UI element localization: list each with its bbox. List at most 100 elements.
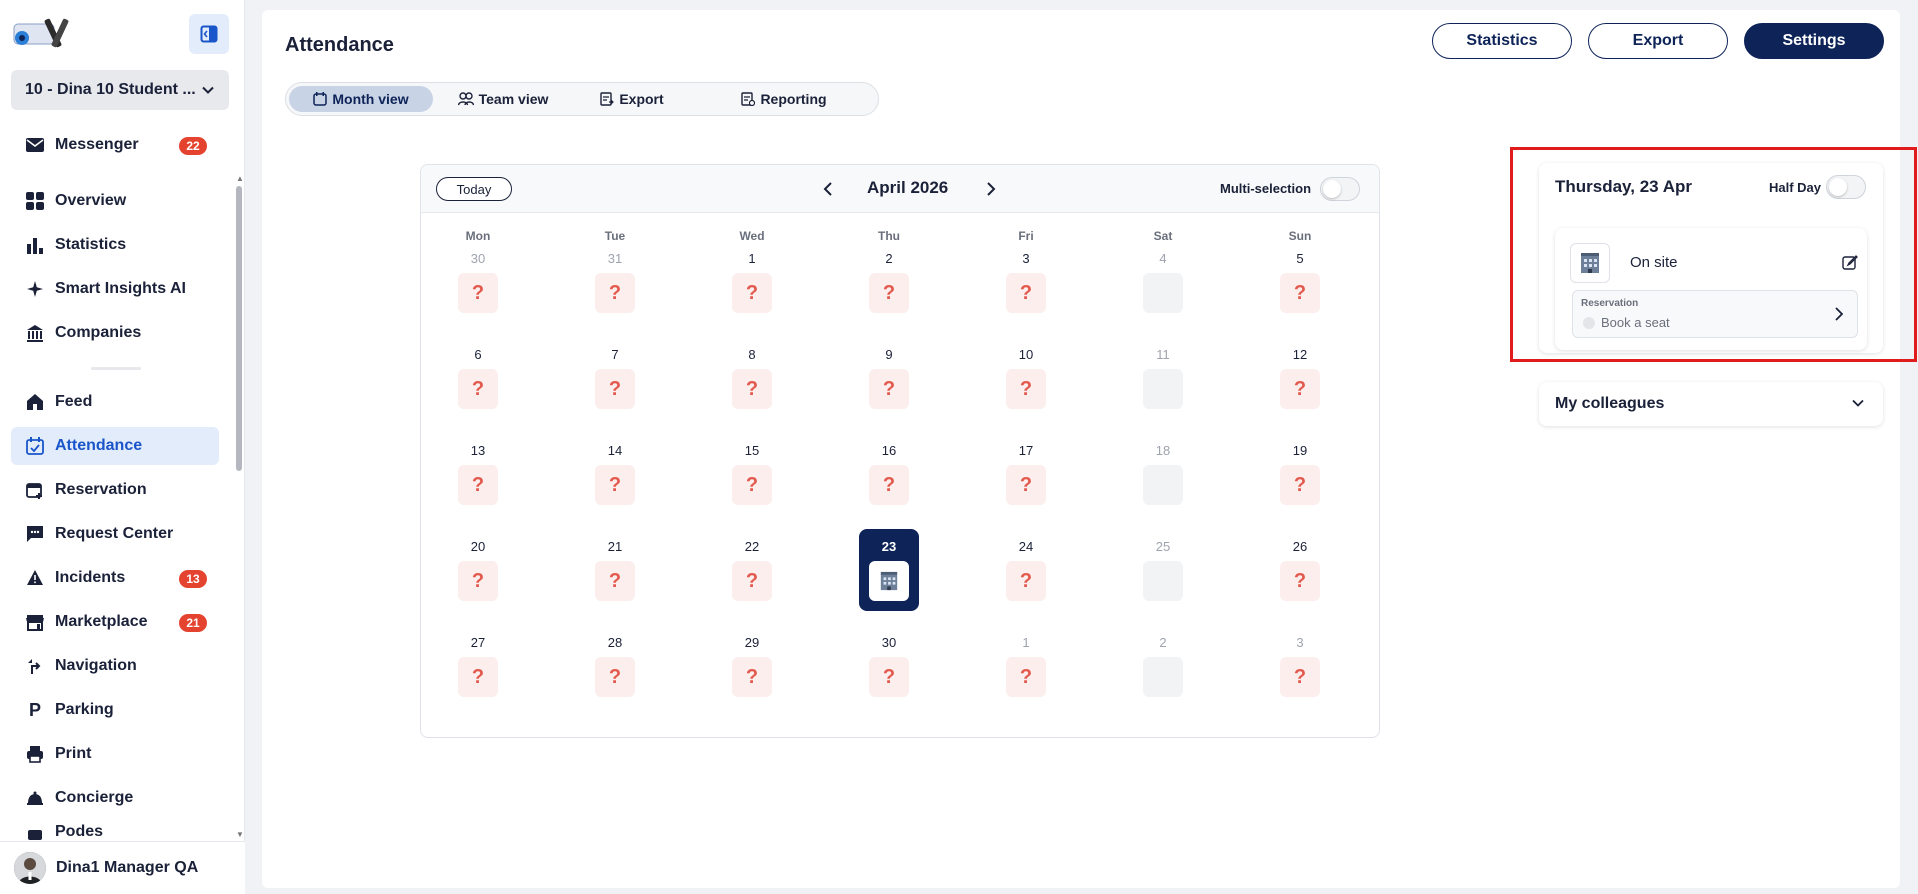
sidebar-toggle-icon xyxy=(200,25,218,43)
tab-reporting[interactable]: Reporting xyxy=(728,86,840,112)
tab-team-view[interactable]: Team view xyxy=(448,86,558,112)
unknown-status-icon: ? xyxy=(1006,273,1046,313)
report-icon xyxy=(741,92,756,106)
mail-icon xyxy=(25,135,45,155)
office-building-icon xyxy=(869,561,909,601)
sidebar-item-concierge[interactable]: Concierge xyxy=(11,779,219,817)
calendar-check-icon xyxy=(25,436,45,456)
avatar xyxy=(14,852,46,884)
calendar-day[interactable]: 9? xyxy=(859,337,919,419)
calendar-day[interactable]: 1? xyxy=(996,625,1056,707)
my-colleagues-section[interactable]: My colleagues xyxy=(1539,382,1883,426)
calendar-day[interactable]: 3? xyxy=(1270,625,1330,707)
calendar-day[interactable]: 26? xyxy=(1270,529,1330,611)
unknown-status-icon: ? xyxy=(1280,561,1320,601)
app-logo[interactable] xyxy=(10,14,72,52)
day-status-empty xyxy=(1143,465,1183,505)
calendar-day[interactable]: 30? xyxy=(859,625,919,707)
calendar-day[interactable]: 1? xyxy=(722,241,782,323)
calendar-day[interactable]: 21? xyxy=(585,529,645,611)
sidebar-scrollbar[interactable] xyxy=(236,176,242,834)
sidebar-item-incidents[interactable]: Incidents 13 xyxy=(11,559,219,597)
calendar-day[interactable]: 16? xyxy=(859,433,919,515)
calendar-day[interactable]: 18 xyxy=(1133,433,1193,515)
sidebar-item-navigation[interactable]: Navigation xyxy=(11,647,219,685)
chevron-right-icon xyxy=(987,182,996,196)
multi-selection-toggle[interactable] xyxy=(1320,177,1360,201)
sidebar-item-request-center[interactable]: Request Center xyxy=(11,515,219,553)
calendar-day[interactable]: 13? xyxy=(448,433,508,515)
day-number: 8 xyxy=(748,347,756,362)
tab-export[interactable]: Export xyxy=(586,86,678,112)
calendar-day[interactable]: 5? xyxy=(1270,241,1330,323)
calendar-day[interactable]: 20? xyxy=(448,529,508,611)
sparkle-icon xyxy=(25,279,45,299)
calendar-day[interactable]: 19? xyxy=(1270,433,1330,515)
today-button[interactable]: Today xyxy=(436,177,512,201)
sidebar-item-messenger[interactable]: Messenger 22 xyxy=(11,126,219,164)
unknown-status-icon: ? xyxy=(595,273,635,313)
sidebar-item-companies[interactable]: Companies xyxy=(11,314,219,352)
calendar-day[interactable]: 6? xyxy=(448,337,508,419)
sidebar-item-print[interactable]: Print xyxy=(11,735,219,773)
sidebar-item-overview[interactable]: Overview xyxy=(11,182,219,220)
sidebar-item-parking[interactable]: P Parking xyxy=(11,691,219,729)
calendar-day[interactable]: 22? xyxy=(722,529,782,611)
calendar-day[interactable]: 2 xyxy=(1133,625,1193,707)
calendar-day[interactable]: 30? xyxy=(448,241,508,323)
sidebar-item-attendance[interactable]: Attendance xyxy=(11,427,219,465)
sidebar-item-label: Smart Insights AI xyxy=(55,280,186,297)
day-number: 11 xyxy=(1156,347,1170,362)
calendar-day[interactable]: 28? xyxy=(585,625,645,707)
calendar-day[interactable]: 8? xyxy=(722,337,782,419)
scroll-down-arrow[interactable]: ▼ xyxy=(236,830,244,839)
sidebar-item-smart-insights[interactable]: Smart Insights AI xyxy=(11,270,219,308)
calendar-day[interactable]: 31? xyxy=(585,241,645,323)
calendar-day[interactable]: 25 xyxy=(1133,529,1193,611)
settings-button[interactable]: Settings xyxy=(1744,23,1884,59)
scrollbar-thumb[interactable] xyxy=(236,186,242,471)
calendar-day[interactable]: 27? xyxy=(448,625,508,707)
tab-month-view[interactable]: Month view xyxy=(289,86,433,112)
export-button[interactable]: Export xyxy=(1588,23,1728,59)
calendar-day[interactable]: 15? xyxy=(722,433,782,515)
calendar-day[interactable]: 7? xyxy=(585,337,645,419)
sidebar-item-feed[interactable]: Feed xyxy=(11,383,219,421)
calendar-day[interactable]: 24? xyxy=(996,529,1056,611)
sidebar-item-podes[interactable]: Podes xyxy=(11,823,219,841)
month-calendar: Today April 2026 Multi-selection Mon Tue W… xyxy=(420,164,1380,738)
calendar-day[interactable]: 11 xyxy=(1133,337,1193,419)
unknown-status-icon: ? xyxy=(1006,369,1046,409)
sidebar-item-marketplace[interactable]: Marketplace 21 xyxy=(11,603,219,641)
organization-name: 10 - Dina 10 Student ... xyxy=(25,81,196,98)
chevron-down-icon xyxy=(202,86,214,94)
calendar-day[interactable]: 2? xyxy=(859,241,919,323)
day-number: 1 xyxy=(748,251,756,266)
calendar-day[interactable]: 29? xyxy=(722,625,782,707)
calendar-day[interactable]: 4 xyxy=(1133,241,1193,323)
calendar-day-selected[interactable]: 23 xyxy=(859,529,919,611)
incidents-count-badge: 13 xyxy=(179,570,207,588)
calendar-day[interactable]: 3? xyxy=(996,241,1056,323)
tab-label: Team view xyxy=(478,91,549,107)
sidebar-item-reservation[interactable]: Reservation xyxy=(11,471,219,509)
calendar-day[interactable]: 10? xyxy=(996,337,1056,419)
unknown-status-icon: ? xyxy=(1006,561,1046,601)
unknown-status-icon: ? xyxy=(732,273,772,313)
next-month-button[interactable] xyxy=(981,179,1001,199)
day-number: 19 xyxy=(1292,443,1308,458)
collapse-sidebar-button[interactable] xyxy=(189,14,229,54)
user-name: Dina1 Manager QA xyxy=(56,859,199,876)
messenger-count-badge: 22 xyxy=(179,137,207,155)
calendar-day[interactable]: 17? xyxy=(996,433,1056,515)
calendar-day[interactable]: 14? xyxy=(585,433,645,515)
sidebar-item-statistics[interactable]: Statistics xyxy=(11,226,219,264)
unknown-status-icon: ? xyxy=(869,273,909,313)
marketplace-count-badge: 21 xyxy=(179,614,207,632)
calendar-day[interactable]: 12? xyxy=(1270,337,1330,419)
user-profile[interactable]: Dina1 Manager QA xyxy=(0,841,245,894)
statistics-button[interactable]: Statistics xyxy=(1432,23,1572,59)
previous-month-button[interactable] xyxy=(818,179,838,199)
organization-select[interactable]: 10 - Dina 10 Student ... xyxy=(11,70,229,110)
tab-label: Export xyxy=(619,91,664,107)
